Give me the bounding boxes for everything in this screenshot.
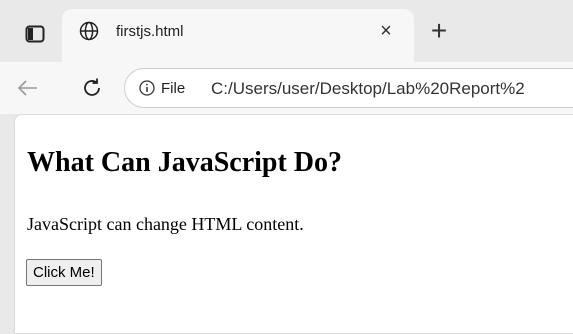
tab-close-button[interactable]: × <box>372 17 400 45</box>
info-icon[interactable] <box>139 80 155 96</box>
tab-actions-icon[interactable] <box>18 17 52 51</box>
tab-strip: firstjs.html × + <box>0 0 573 62</box>
scheme-label: File <box>161 80 186 97</box>
url-text[interactable]: C:/Users/user/Desktop/Lab%20Report%2 <box>211 79 525 99</box>
click-me-button[interactable]: Click Me! <box>26 259 102 286</box>
back-arrow-icon[interactable] <box>13 73 43 103</box>
browser-tab[interactable]: firstjs.html × <box>62 9 414 62</box>
new-tab-button[interactable]: + <box>424 15 454 46</box>
reload-icon[interactable] <box>77 73 107 103</box>
page-heading: What Can JavaScript Do? <box>27 147 343 178</box>
page-paragraph: JavaScript can change HTML content. <box>27 214 304 234</box>
browser-toolbar: File C:/Users/user/Desktop/Lab%20Report%… <box>0 62 573 114</box>
tab-title: firstjs.html <box>116 23 184 40</box>
address-bar[interactable]: File C:/Users/user/Desktop/Lab%20Report%… <box>124 68 573 108</box>
page-viewport: What Can JavaScript Do? JavaScript can c… <box>14 114 573 334</box>
globe-icon <box>79 21 99 41</box>
